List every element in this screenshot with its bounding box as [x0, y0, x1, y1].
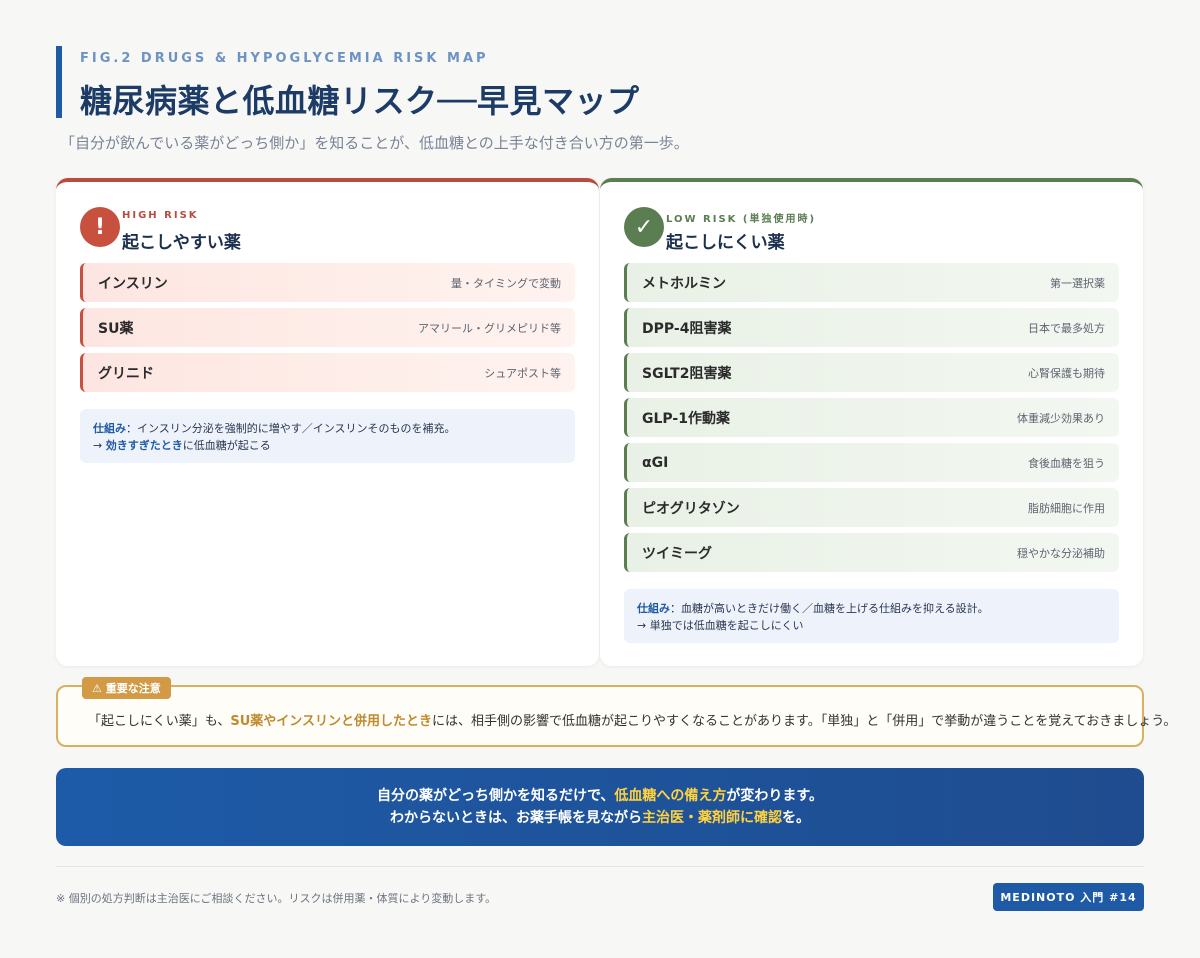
notice-text-before: 「起こしにくい薬」も、 [88, 714, 231, 729]
drug-item: SGLT2阻害薬 心腎保護も期待 [624, 353, 1119, 392]
mechanism-conclusion: に低血糖が起こる [182, 439, 271, 452]
drug-name: ピオグリタゾン [642, 500, 740, 517]
mechanism-text: ：血糖が高いときだけ働く／血糖を上げる仕組みを抑える設計。 [670, 602, 989, 615]
drug-note: アマリール・グリメピリド等 [418, 321, 561, 335]
drug-item: インスリン 量・タイミングで変動 [80, 263, 575, 302]
drug-item: GLP-1作動薬 体重減少効果あり [624, 398, 1119, 437]
figure-eyebrow: FIG.2 DRUGS & HYPOGLYCEMIA RISK MAP [80, 51, 489, 66]
mechanism-emphasis: 効きすぎたとき [105, 439, 183, 452]
drug-item: ピオグリタゾン 脂肪細胞に作用 [624, 488, 1119, 527]
drug-name: ツイミーグ [642, 545, 712, 562]
low-risk-title: 起こしにくい薬 [666, 233, 785, 253]
drug-name: αGI [642, 454, 669, 471]
page-title: 糖尿病薬と低血糖リスク──早見マップ [80, 82, 640, 120]
high-risk-label: HIGH RISK [122, 210, 199, 221]
drug-note: 穏やかな分泌補助 [1017, 546, 1105, 560]
mechanism-arrow: → [93, 439, 106, 452]
drug-item: SU薬 アマリール・グリメピリド等 [80, 308, 575, 347]
mechanism-conclusion: → 単独では低血糖を起こしにくい [637, 619, 804, 632]
notice-text-after: には、相手側の影響で低血糖が起こりやすくなることがあります。「単独」と「併用」で… [432, 714, 1177, 729]
page-subtitle: 「自分が飲んでいる薬がどっち側か」を知ることが、低血糖との上手な付き合い方の第一… [60, 134, 689, 152]
drug-name: GLP-1作動薬 [642, 410, 730, 427]
drug-item: αGI 食後血糖を狙う [624, 443, 1119, 482]
mechanism-text: ：インスリン分泌を強制的に増やす／インスリンそのものを補充。 [126, 422, 456, 435]
drug-name: SU薬 [98, 320, 134, 337]
banner-line-2-after: を。 [782, 810, 810, 826]
banner-line-2: わからないときは、お薬手帳を見ながら主治医・薬剤師に確認を。 [56, 807, 1144, 829]
series-badge: MEDINOTO 入門 #14 [993, 883, 1144, 911]
notice-text: 「起こしにくい薬」も、SU薬やインスリンと併用したときには、相手側の影響で低血糖… [88, 710, 1176, 729]
drug-note: 心腎保護も期待 [1028, 366, 1105, 380]
high-risk-card: ! HIGH RISK 起こしやすい薬 インスリン 量・タイミングで変動 SU薬… [56, 178, 599, 666]
drug-item: ツイミーグ 穏やかな分泌補助 [624, 533, 1119, 572]
notice-emphasis: SU薬やインスリンと併用したとき [230, 714, 433, 729]
low-risk-label: LOW RISK (単独使用時) [666, 214, 817, 225]
drug-name: メトホルミン [642, 275, 726, 292]
footer-divider [56, 866, 1144, 867]
notice-tag: ⚠ 重要な注意 [82, 677, 171, 699]
check-icon: ✓ [624, 207, 664, 247]
low-risk-mechanism: 仕組み：血糖が高いときだけ働く／血糖を上げる仕組みを抑える設計。 → 単独では低… [624, 589, 1119, 643]
high-risk-title: 起こしやすい薬 [122, 233, 241, 253]
drug-note: 体重減少効果あり [1017, 411, 1105, 425]
footer-note: ※ 個別の処方判断は主治医にご相談ください。リスクは併用薬・体質により変動します… [56, 892, 497, 905]
drug-name: SGLT2阻害薬 [642, 365, 732, 382]
low-risk-card: ✓ LOW RISK (単独使用時) 起こしにくい薬 メトホルミン 第一選択薬 … [600, 178, 1143, 666]
drug-note: 第一選択薬 [1050, 276, 1105, 290]
drug-name: DPP-4阻害薬 [642, 320, 732, 337]
high-risk-mechanism: 仕組み：インスリン分泌を強制的に増やす／インスリンそのものを補充。 → 効きすぎ… [80, 409, 575, 463]
drug-note: 日本で最多処方 [1028, 321, 1105, 335]
important-notice: ⚠ 重要な注意 「起こしにくい薬」も、SU薬やインスリンと併用したときには、相手… [56, 677, 1176, 747]
banner-line-2-emphasis: 主治医・薬剤師に確認 [642, 810, 782, 826]
drug-name: インスリン [98, 275, 168, 292]
drug-note: シュアポスト等 [484, 366, 561, 380]
banner-line-1-before: 自分の薬がどっち側かを知るだけで、 [376, 788, 615, 804]
high-risk-drug-list: インスリン 量・タイミングで変動 SU薬 アマリール・グリメピリド等 グリニド … [80, 263, 575, 398]
mechanism-key: 仕組み [637, 602, 670, 615]
banner-line-1-emphasis: 低血糖への備え方 [614, 788, 727, 804]
drug-item: グリニド シュアポスト等 [80, 353, 575, 392]
mechanism-key: 仕組み [93, 422, 126, 435]
banner-line-2-before: わからないときは、お薬手帳を見ながら [390, 810, 642, 826]
accent-bar [56, 46, 62, 118]
warning-icon: ! [80, 207, 120, 247]
drug-note: 食後血糖を狙う [1028, 456, 1105, 470]
drug-name: グリニド [98, 365, 154, 382]
drug-note: 脂肪細胞に作用 [1028, 501, 1105, 515]
drug-item: メトホルミン 第一選択薬 [624, 263, 1119, 302]
summary-banner: 自分の薬がどっち側かを知るだけで、低血糖への備え方が変わります。 わからないとき… [56, 768, 1144, 846]
banner-line-1: 自分の薬がどっち側かを知るだけで、低血糖への備え方が変わります。 [56, 785, 1144, 807]
drug-note: 量・タイミングで変動 [451, 276, 561, 290]
banner-line-1-after: が変わります。 [726, 788, 824, 804]
low-risk-drug-list: メトホルミン 第一選択薬 DPP-4阻害薬 日本で最多処方 SGLT2阻害薬 心… [624, 263, 1119, 578]
drug-item: DPP-4阻害薬 日本で最多処方 [624, 308, 1119, 347]
